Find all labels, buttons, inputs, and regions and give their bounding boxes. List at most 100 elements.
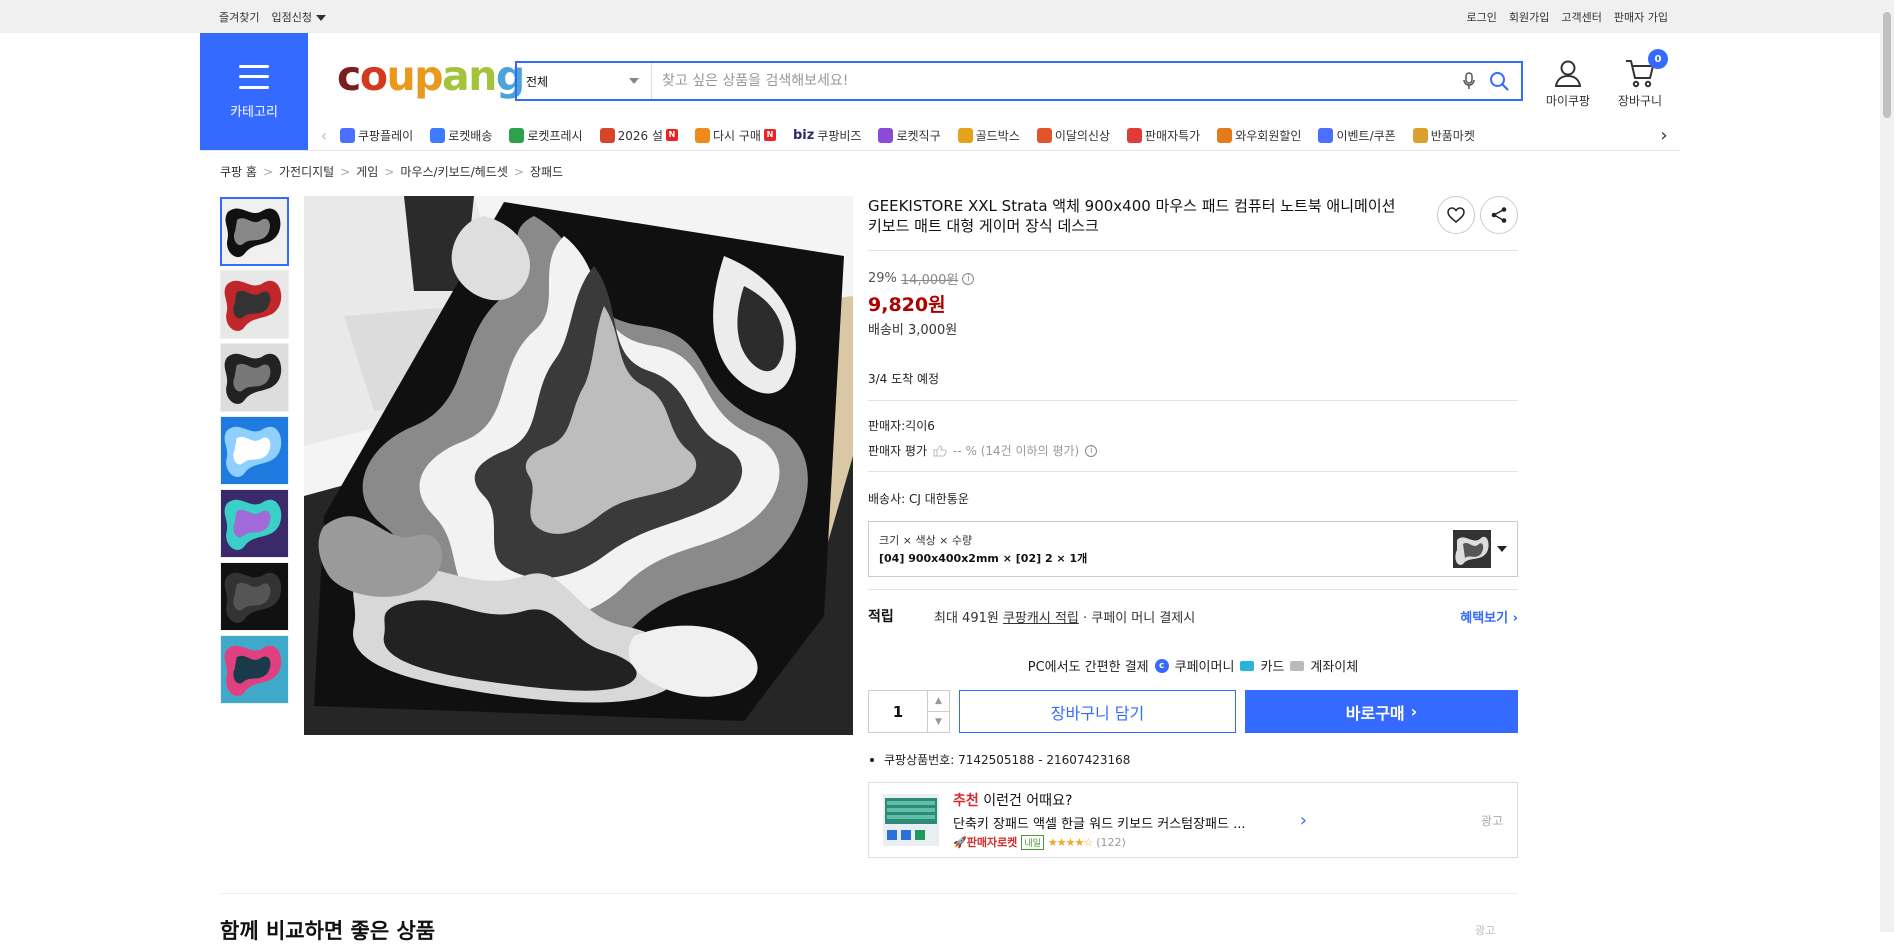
nav-prev-icon[interactable]: ‹ bbox=[316, 126, 332, 145]
seller-signup-link[interactable]: 판매자 가입 bbox=[1614, 9, 1668, 25]
nav-item[interactable]: 판매자특가 bbox=[1127, 127, 1200, 144]
seller-rocket-badge: 🚀판매자로켓 bbox=[953, 836, 1018, 849]
seller-rating: 판매자 평가 -- % (14건 이하의 평가) i bbox=[868, 442, 1518, 459]
chevron-right-icon[interactable]: › bbox=[1300, 810, 1307, 831]
rating-stars: ★★★★☆ bbox=[1047, 835, 1093, 849]
recommendation-card[interactable]: 추천 이런건 어때요? 단축키 장패드 액셀 한글 워드 키보드 커스텀장패드 … bbox=[868, 782, 1518, 858]
ad-label: 광고 bbox=[1480, 813, 1503, 828]
pay-method: 쿠페이머니 bbox=[1174, 660, 1235, 675]
category-button[interactable]: 카테고리 bbox=[200, 33, 308, 151]
hamburger-icon bbox=[239, 64, 269, 89]
nav-item[interactable]: 골드박스 bbox=[957, 127, 1020, 144]
nav-item[interactable]: 로켓프레시 bbox=[509, 127, 583, 144]
breadcrumb-item[interactable]: 마우스/키보드/헤드셋 bbox=[400, 163, 507, 180]
product-thumbnail[interactable] bbox=[220, 562, 289, 631]
nav-item[interactable]: 로켓직구 bbox=[878, 127, 941, 144]
category-label: 카테고리 bbox=[230, 104, 278, 120]
nav-item-icon bbox=[694, 127, 710, 143]
nav-item[interactable]: 이벤트/쿠폰 bbox=[1318, 127, 1396, 144]
nav-item[interactable]: 다시 구매 N bbox=[694, 127, 776, 144]
search-category-value: 전체 bbox=[526, 74, 549, 89]
product-main-image[interactable] bbox=[304, 196, 853, 735]
customer-center-link[interactable]: 고객센터 bbox=[1561, 9, 1601, 25]
product-info: GEEKISTORE XXL Strata 액체 900x400 마우스 패드 … bbox=[868, 196, 1518, 858]
nav-item[interactable]: 와우회원할인 bbox=[1217, 127, 1301, 144]
search-input[interactable] bbox=[652, 63, 1463, 99]
dropdown-arrow-icon bbox=[629, 78, 639, 84]
thumbs-up-icon bbox=[933, 444, 947, 456]
nav-item-label: 로켓프레시 bbox=[527, 128, 583, 143]
nav-item[interactable]: biz 쿠팡비즈 bbox=[793, 127, 862, 144]
carrier: 배송사: CJ 대한통운 bbox=[868, 492, 969, 506]
search-icon[interactable] bbox=[1489, 71, 1509, 91]
card-icon bbox=[1240, 660, 1255, 671]
my-coupang-button[interactable]: 마이쿠팡 bbox=[1538, 58, 1598, 109]
share-button[interactable] bbox=[1480, 196, 1518, 234]
wishlist-button[interactable] bbox=[1437, 196, 1475, 234]
add-to-cart-button[interactable]: 장바구니 담기 bbox=[959, 690, 1236, 733]
user-icon bbox=[1554, 60, 1582, 87]
nav-item[interactable]: 2026 설N bbox=[599, 127, 678, 144]
seller-name[interactable]: 판매자:긱이6 bbox=[868, 417, 1518, 434]
quantity-down-icon[interactable]: ▼ bbox=[928, 711, 949, 732]
signup-link[interactable]: 회원가입 bbox=[1509, 9, 1549, 25]
benefit-link[interactable]: 혜택보기 › bbox=[1460, 607, 1518, 626]
product-thumbnail[interactable] bbox=[220, 270, 289, 339]
info-icon[interactable]: i bbox=[1085, 444, 1098, 457]
product-thumbnail[interactable] bbox=[220, 416, 289, 485]
login-link[interactable]: 로그인 bbox=[1467, 9, 1497, 25]
nav-item-label: 이달의신상 bbox=[1054, 128, 1111, 143]
pay-method: 카드 bbox=[1260, 660, 1285, 675]
nav-item[interactable]: 이달의신상 bbox=[1036, 127, 1111, 144]
nav-item-icon bbox=[509, 127, 525, 143]
coupang-logo[interactable]: coupang bbox=[337, 52, 525, 100]
breadcrumb-item[interactable]: 쿠팡 홈 bbox=[220, 163, 257, 180]
cart-button[interactable]: 0 장바구니 bbox=[1610, 49, 1670, 109]
search-category-select[interactable]: 전체 bbox=[517, 63, 652, 99]
seller-apply-link[interactable]: 입점신청 bbox=[271, 9, 326, 25]
easy-pay-row: PC에서도 간편한 결제 c 쿠페이머니 카드 계좌이체 bbox=[868, 656, 1518, 675]
product-thumbnail[interactable] bbox=[220, 343, 289, 412]
quantity-stepper: 1 ▲ ▼ bbox=[868, 690, 950, 733]
nav-item[interactable]: 반품마켓 bbox=[1412, 127, 1475, 144]
new-badge: N bbox=[763, 129, 776, 141]
nav-item-icon bbox=[340, 127, 355, 143]
product-thumbnail[interactable] bbox=[220, 197, 289, 266]
microphone-icon[interactable] bbox=[1463, 72, 1475, 90]
nav-item-label: 다시 구매 bbox=[712, 128, 761, 143]
category-nav: ‹ 쿠팡플레이 로켓배송 로켓프레시 2026 설 N 다시 구매 Nbiz 쿠팡비즈 로켓직구… bbox=[316, 120, 1674, 150]
nav-item-label: 로켓배송 bbox=[448, 128, 493, 143]
reward-label: 적립 bbox=[868, 609, 894, 625]
nav-item-label: 이벤트/쿠폰 bbox=[1336, 128, 1396, 143]
nav-item-icon bbox=[1217, 127, 1233, 143]
review-count: (122) bbox=[1096, 835, 1126, 849]
coupang-cash-link[interactable]: 쿠팡캐시 적립 bbox=[1003, 611, 1079, 626]
quantity-value[interactable]: 1 bbox=[869, 691, 927, 732]
nav-item-label: 2026 설 bbox=[617, 128, 663, 143]
reward-suffix: · 쿠페이 머니 결제시 bbox=[1078, 610, 1196, 626]
nav-item[interactable]: 쿠팡플레이 bbox=[340, 127, 413, 144]
option-selector[interactable]: 크기 × 색상 × 수량 [04] 900x400x2mm × [02] 2 ×… bbox=[868, 521, 1518, 577]
breadcrumb-item[interactable]: 장패드 bbox=[530, 163, 563, 180]
shipping-fee: 배송비 3,000원 bbox=[868, 323, 958, 338]
product-thumbnail[interactable] bbox=[220, 635, 289, 704]
favorites-link[interactable]: 즐겨찾기 bbox=[219, 9, 259, 25]
cart-count-badge: 0 bbox=[1648, 49, 1668, 69]
nav-item-label: 로켓직구 bbox=[896, 128, 941, 143]
my-coupang-label: 마이쿠팡 bbox=[1545, 94, 1591, 108]
nav-next-icon[interactable]: › bbox=[1654, 125, 1674, 146]
recommendation-name: 단축키 장패드 액셀 한글 워드 키보드 커스텀장패드 ... bbox=[953, 817, 1246, 832]
product-title: GEEKISTORE XXL Strata 액체 900x400 마우스 패드 … bbox=[868, 197, 1396, 235]
nav-item[interactable]: 로켓배송 bbox=[430, 127, 492, 144]
breadcrumb-item[interactable]: 게임 bbox=[356, 163, 378, 180]
scrollbar-thumb[interactable] bbox=[1883, 12, 1891, 118]
info-icon[interactable]: i bbox=[962, 272, 975, 285]
breadcrumb-item[interactable]: 가전디지털 bbox=[279, 163, 334, 180]
delivery-tag: 내일 bbox=[1021, 834, 1044, 850]
page-scrollbar[interactable] bbox=[1880, 0, 1894, 932]
quantity-up-icon[interactable]: ▲ bbox=[928, 691, 949, 711]
buy-now-button[interactable]: 바로구매 › bbox=[1245, 690, 1518, 733]
product-thumbnail[interactable] bbox=[220, 489, 289, 558]
reward-row: 적립 최대 491원 쿠팡캐시 적립 · 쿠페이 머니 결제시 혜택보기 › bbox=[868, 606, 1518, 626]
purchase-row: 1 ▲ ▼ 장바구니 담기 바로구매 › bbox=[868, 690, 1518, 733]
